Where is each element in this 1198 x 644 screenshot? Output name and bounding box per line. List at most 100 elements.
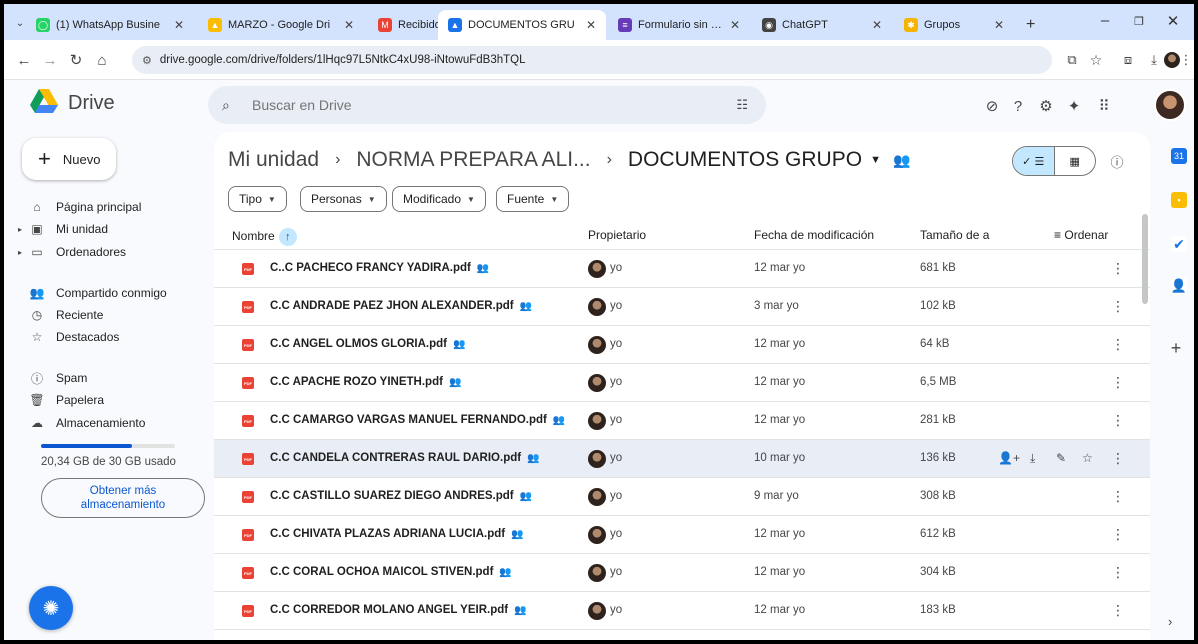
more-actions-icon[interactable]: ⋮ (1110, 450, 1126, 467)
more-actions-icon[interactable]: ⋮ (1110, 374, 1126, 391)
expand-caret-icon[interactable]: ▸ (18, 248, 26, 257)
address-bar[interactable]: ⚙ drive.google.com/drive/folders/1lHqc97… (132, 46, 1052, 74)
sidebar-item-shared-with-me[interactable]: 👥 Compartido conmigo (18, 281, 167, 305)
column-modified[interactable]: Fecha de modificación (754, 228, 874, 242)
more-actions-icon[interactable]: ⋮ (1110, 526, 1126, 543)
add-addon-icon[interactable]: + (1166, 338, 1186, 359)
sidebar-item-computers[interactable]: ▸ ▭ Ordenadores (18, 240, 126, 264)
file-row[interactable]: PDF C.C CORAL OCHOA MAICOL STIVEN.pdf 👥 yo 1… (214, 554, 1150, 592)
new-tab-button[interactable]: + (1016, 10, 1056, 40)
account-avatar[interactable] (1154, 89, 1186, 121)
file-name[interactable]: C.C CORREDOR MOLANO ANGEL YEIR.pdf 👥 (270, 604, 527, 616)
apps-grid-icon[interactable]: ⠿ (1092, 94, 1116, 118)
browser-tab[interactable]: ◯ (1) WhatsApp Busine ✕ (26, 10, 194, 40)
file-name[interactable]: C.C CAMARGO VARGAS MANUEL FERNANDO.pdf 👥 (270, 414, 565, 426)
tab-close-icon[interactable]: ✕ (174, 18, 184, 32)
install-app-icon[interactable]: ⧉ (1062, 50, 1082, 70)
scrollbar-thumb[interactable] (1142, 214, 1148, 304)
get-more-storage-button[interactable]: Obtener más almacenamiento (41, 478, 205, 518)
tab-close-icon[interactable]: ✕ (586, 18, 596, 32)
browser-tab[interactable]: ▲ MARZO - Google Dri ✕ (198, 10, 364, 40)
star-icon[interactable]: ☆ (1082, 451, 1093, 465)
settings-icon[interactable]: ⚙ (1034, 94, 1058, 118)
browser-tab[interactable]: ≡ Formulario sin título ✕ (608, 10, 750, 40)
file-name[interactable]: C.C CASTILLO SUAREZ DIEGO ANDRES.pdf 👥 (270, 490, 532, 502)
filter-type[interactable]: Tipo ▼ (228, 186, 287, 212)
breadcrumb-parent[interactable]: NORMA PREPARA ALI... (356, 148, 590, 172)
breadcrumb-root[interactable]: Mi unidad (228, 148, 319, 172)
tab-close-icon[interactable]: ✕ (730, 18, 740, 32)
list-view-icon[interactable]: ✓ ☰ (1013, 147, 1055, 175)
search-icon[interactable]: ⌕ (222, 97, 238, 114)
search-bar[interactable]: ⌕ ☷ (208, 86, 766, 124)
calendar-icon[interactable]: 31 (1171, 148, 1187, 164)
search-input[interactable] (252, 97, 692, 113)
new-button[interactable]: + Nuevo (22, 138, 116, 180)
more-actions-icon[interactable]: ⋮ (1110, 564, 1126, 581)
home-button-icon[interactable]: ⌂ (92, 50, 112, 70)
gemini-icon[interactable]: ✦ (1062, 94, 1086, 118)
assistant-fab[interactable]: ✺ (29, 586, 73, 630)
folder-dropdown-icon[interactable]: ▼ (870, 154, 881, 166)
more-actions-icon[interactable]: ⋮ (1110, 260, 1126, 277)
column-size[interactable]: Tamaño de a (920, 228, 989, 242)
more-actions-icon[interactable]: ⋮ (1110, 602, 1126, 619)
tab-close-icon[interactable]: ✕ (344, 18, 354, 32)
filter-people[interactable]: Personas ▼ (300, 186, 387, 212)
info-icon[interactable]: ⓘ (1106, 150, 1128, 172)
file-row[interactable]: PDF C.C ANDRADE PAEZ JHON ALEXANDER.pdf 👥 y… (214, 288, 1150, 326)
file-row[interactable]: PDF C.C CORREDOR MOLANO ANGEL YEIR.pdf 👥 yo… (214, 592, 1150, 630)
forward-icon[interactable]: → (40, 50, 60, 70)
tab-close-icon[interactable]: ✕ (872, 18, 882, 32)
file-row[interactable]: PDF C.C CANDELA CONTRERAS RAUL DARIO.pdf 👥… (214, 440, 1150, 478)
close-window-icon[interactable]: ✕ (1158, 12, 1188, 30)
tab-close-icon[interactable]: ✕ (994, 18, 1004, 32)
file-row[interactable]: PDF C.C ANGEL OLMOS GLORIA.pdf 👥 yo 12 mar y… (214, 326, 1150, 364)
expand-panel-icon[interactable]: › (1168, 614, 1172, 629)
file-row[interactable]: PDF C.C CHIVATA PLAZAS ADRIANA LUCIA.pdf 👥… (214, 516, 1150, 554)
file-name[interactable]: C.C CANDELA CONTRERAS RAUL DARIO.pdf 👥 (270, 452, 540, 464)
search-options-icon[interactable]: ☷ (736, 97, 748, 113)
file-row[interactable]: PDF C..C PACHECO FRANCY YADIRA.pdf 👥 yo 12 m… (214, 250, 1150, 288)
grid-view-icon[interactable]: ▦ (1055, 147, 1096, 175)
downloads-icon[interactable]: ⤓ (1144, 50, 1164, 70)
keep-icon[interactable]: ▪ (1171, 192, 1187, 208)
bookmark-star-icon[interactable]: ☆ (1086, 50, 1106, 70)
extensions-icon[interactable]: ⧈ (1118, 50, 1138, 70)
minimize-icon[interactable]: – (1090, 12, 1120, 29)
expand-caret-icon[interactable]: ▸ (18, 225, 26, 234)
sort-ascending-icon[interactable]: ↑ (278, 228, 297, 246)
browser-tab[interactable]: ◉ ChatGPT ✕ (752, 10, 892, 40)
more-actions-icon[interactable]: ⋮ (1110, 412, 1126, 429)
maximize-icon[interactable]: ❐ (1124, 15, 1154, 28)
sidebar-item-spam[interactable]: ⓘ Spam (18, 366, 87, 390)
site-info-icon[interactable]: ⚙ (142, 54, 152, 67)
rename-icon[interactable]: ✎ (1056, 451, 1066, 465)
download-icon[interactable]: ⤓ (1030, 451, 1035, 466)
browser-tab[interactable]: ✱ Grupos ✕ (894, 10, 1014, 40)
offline-status-icon[interactable]: ⊘ (980, 94, 1004, 118)
file-name[interactable]: C.C ANDRADE PAEZ JHON ALEXANDER.pdf 👥 (270, 300, 532, 312)
back-icon[interactable]: ← (14, 50, 34, 70)
help-icon[interactable]: ? (1006, 94, 1030, 118)
sort-options[interactable]: ≡ Ordenar (1054, 228, 1108, 242)
reload-icon[interactable]: ↻ (66, 50, 86, 70)
tasks-icon[interactable]: ✔ (1171, 236, 1187, 252)
file-name[interactable]: C.C CHIVATA PLAZAS ADRIANA LUCIA.pdf 👥 (270, 528, 524, 540)
more-actions-icon[interactable]: ⋮ (1110, 488, 1126, 505)
sidebar-item-starred[interactable]: ☆ Destacados (18, 325, 120, 349)
file-row[interactable]: PDF C.C APACHE ROZO YINETH.pdf 👥 yo 12 mar y… (214, 364, 1150, 402)
file-name[interactable]: C.C ANGEL OLMOS GLORIA.pdf 👥 (270, 338, 465, 350)
column-owner[interactable]: Propietario (588, 228, 646, 242)
file-name[interactable]: C.C CORAL OCHOA MAICOL STIVEN.pdf 👥 (270, 566, 512, 578)
filter-modified[interactable]: Modificado ▼ (392, 186, 486, 212)
file-row[interactable]: PDF C.C CASTILLO SUAREZ DIEGO ANDRES.pdf 👥… (214, 478, 1150, 516)
sidebar-item-my-drive[interactable]: ▸ ▣ Mi unidad (18, 217, 108, 241)
sidebar-item-recent[interactable]: ◷ Reciente (18, 303, 104, 327)
breadcrumb-current[interactable]: DOCUMENTOS GRUPO (628, 148, 862, 172)
browser-tab[interactable]: ▲ DOCUMENTOS GRU ✕ (438, 10, 606, 40)
drive-logo-icon[interactable] (30, 89, 58, 113)
sidebar-item-home[interactable]: ⌂ Página principal (18, 195, 141, 219)
filter-source[interactable]: Fuente ▼ (496, 186, 570, 212)
sidebar-item-storage[interactable]: ☁ Almacenamiento (18, 411, 145, 435)
